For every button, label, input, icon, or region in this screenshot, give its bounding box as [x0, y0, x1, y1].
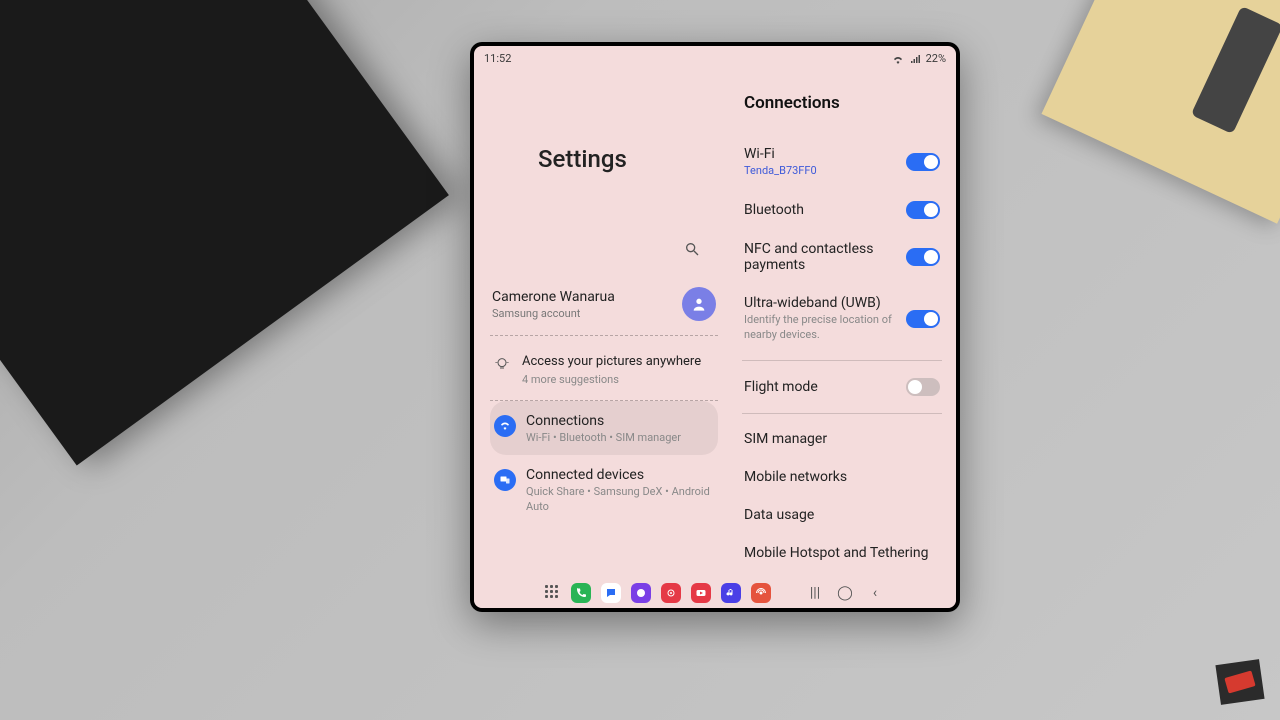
dock-app-youtube[interactable]: [691, 583, 711, 603]
dock-app-browser[interactable]: [631, 583, 651, 603]
sidebar-item-sub: Quick Share • Samsung DeX • Android Auto: [526, 485, 710, 514]
row-sim-manager[interactable]: SIM manager: [742, 420, 942, 458]
row-wifi[interactable]: Wi-Fi Tenda_B73FF0: [742, 135, 942, 190]
dock-app-gallery[interactable]: [661, 583, 681, 603]
row-title: Ultra-wideband (UWB): [744, 295, 900, 311]
row-uwb[interactable]: Ultra-wideband (UWB) Identify the precis…: [742, 284, 942, 354]
row-title: Data usage: [744, 507, 940, 523]
row-title: Bluetooth: [744, 202, 900, 218]
divider: [742, 413, 942, 414]
bluetooth-toggle[interactable]: [906, 201, 940, 219]
row-bluetooth[interactable]: Bluetooth: [742, 190, 942, 230]
account-row[interactable]: Camerone Wanarua Samsung account: [490, 281, 718, 336]
pane-title: Connections: [744, 93, 942, 113]
product-box: Galaxy Z Fold6: [0, 0, 449, 466]
nav-home-icon[interactable]: ◯: [835, 585, 855, 601]
dock-app-phone[interactable]: [571, 583, 591, 603]
wifi-icon: [892, 54, 904, 64]
status-battery: 22%: [926, 52, 946, 65]
sidebar-item-label: Connected devices: [526, 467, 710, 483]
wifi-icon: [494, 415, 516, 437]
row-nfc[interactable]: NFC and contactless payments: [742, 230, 942, 284]
row-title: Mobile networks: [744, 469, 940, 485]
nfc-toggle[interactable]: [906, 248, 940, 266]
sidebar-item-connections[interactable]: Connections Wi-Fi • Bluetooth • SIM mana…: [490, 401, 718, 455]
dock-app-messages[interactable]: [601, 583, 621, 603]
dock-app-music[interactable]: [721, 583, 741, 603]
row-flight-mode[interactable]: Flight mode: [742, 367, 942, 407]
sidebar-item-connected-devices[interactable]: Connected devices Quick Share • Samsung …: [490, 455, 718, 524]
row-hotspot[interactable]: Mobile Hotspot and Tethering: [742, 534, 942, 572]
row-title: NFC and contactless payments: [744, 241, 900, 273]
account-sub: Samsung account: [492, 307, 672, 320]
page-title: Settings: [538, 145, 718, 173]
devices-icon: [494, 469, 516, 491]
nav-back-icon[interactable]: ‹: [865, 585, 885, 601]
search-icon[interactable]: [684, 241, 700, 257]
status-bar: 11:52 22%: [474, 46, 956, 67]
suggestion-title: Access your pictures anywhere: [522, 354, 701, 369]
apps-grid-icon[interactable]: [545, 585, 561, 601]
flight-mode-toggle[interactable]: [906, 378, 940, 396]
row-title: SIM manager: [744, 431, 940, 447]
uwb-toggle[interactable]: [906, 310, 940, 328]
sidebar-item-label: Connections: [526, 413, 681, 429]
row-data-usage[interactable]: Data usage: [742, 496, 942, 534]
desk-scene: Galaxy Z Fold6 11:52 22%: [0, 0, 1280, 720]
status-time: 11:52: [484, 52, 511, 65]
row-sub: Identify the precise location of nearby …: [744, 313, 900, 343]
person-icon: [691, 296, 707, 312]
suggestion-sub: 4 more suggestions: [522, 373, 701, 386]
tablet-frame: 11:52 22% Settings: [470, 42, 960, 612]
suggestion-row[interactable]: Access your pictures anywhere 4 more sug…: [490, 336, 718, 401]
row-title: Wi-Fi: [744, 146, 900, 162]
row-title: Mobile Hotspot and Tethering: [744, 545, 940, 561]
connections-right-pane: Connections Wi-Fi Tenda_B73FF0 Bluetooth: [724, 67, 956, 583]
divider: [742, 360, 942, 361]
account-name: Camerone Wanarua: [492, 289, 672, 305]
nav-recents-icon[interactable]: |||: [805, 585, 825, 601]
taskbar: ||| ◯ ‹: [474, 578, 956, 608]
bulb-icon: [494, 356, 512, 386]
channel-logo: [1215, 659, 1264, 705]
row-sub: Tenda_B73FF0: [744, 164, 900, 179]
avatar[interactable]: [682, 287, 716, 321]
row-title: Flight mode: [744, 379, 900, 395]
wifi-toggle[interactable]: [906, 153, 940, 171]
screen: 11:52 22% Settings: [474, 46, 956, 608]
sidebar-item-sub: Wi-Fi • Bluetooth • SIM manager: [526, 431, 681, 445]
settings-left-pane: Settings Camerone Wanarua Samsung accoun…: [474, 67, 724, 583]
row-mobile-networks[interactable]: Mobile networks: [742, 458, 942, 496]
dock-app-podcast[interactable]: [751, 583, 771, 603]
signal-icon: [910, 54, 920, 64]
